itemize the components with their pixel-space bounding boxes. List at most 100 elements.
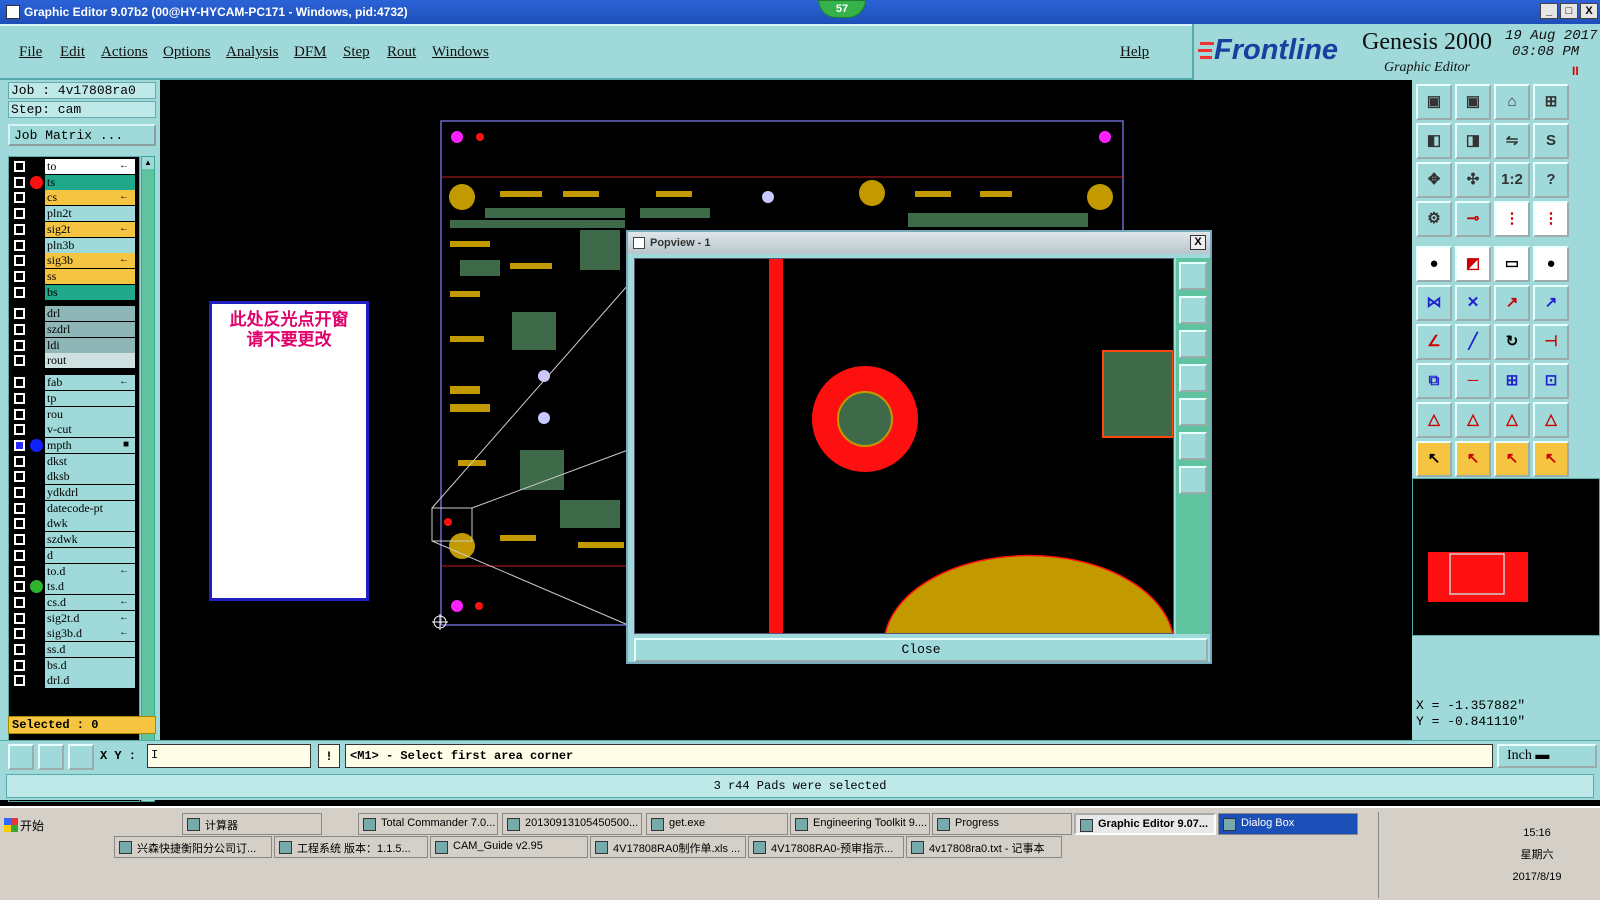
taskbar-button[interactable]: 20130913105450500... — [502, 813, 642, 835]
menu-windows[interactable]: Windows — [432, 44, 489, 61]
layer-checkbox[interactable] — [14, 192, 25, 204]
layer-name[interactable]: ldi — [45, 337, 135, 353]
layer-row[interactable]: ts.d — [9, 579, 139, 595]
tool-triangle-2-button[interactable]: △ — [1455, 402, 1491, 438]
layer-row[interactable]: cs.d ← — [9, 594, 139, 610]
taskbar-button[interactable]: get.exe — [646, 813, 788, 835]
layer-scrollbar[interactable]: ▲ ▼ — [141, 156, 155, 802]
layer-name[interactable]: dksb — [45, 469, 135, 485]
tool-select-button[interactable]: ↖ — [1416, 441, 1452, 477]
tool-select-poly-button[interactable]: ↖ — [1494, 441, 1530, 477]
layer-row[interactable]: sig2t.d ← — [9, 610, 139, 626]
layer-row[interactable]: dkst — [9, 453, 139, 469]
tool-mirror-button[interactable]: ⇋ — [1494, 123, 1530, 159]
layer-checkbox[interactable] — [14, 659, 25, 671]
layer-name[interactable]: rou — [45, 406, 135, 422]
snap-grid-button[interactable] — [8, 744, 34, 770]
popview-close-button[interactable]: Close — [634, 638, 1208, 662]
popview-titlebar[interactable]: Popview - 1 X — [628, 232, 1210, 254]
menu-options[interactable]: Options — [163, 44, 211, 61]
layer-name[interactable]: cs.d ← — [45, 594, 135, 610]
layer-name[interactable]: dkst — [45, 453, 135, 469]
layer-checkbox[interactable] — [14, 270, 25, 282]
taskbar-button[interactable]: 计算器 — [182, 813, 322, 835]
taskbar-button[interactable]: Progress — [932, 813, 1072, 835]
layer-row[interactable]: tp — [9, 390, 139, 406]
tool-pad-red-button[interactable]: ⧉ — [1416, 363, 1452, 399]
layer-row[interactable]: ss — [9, 268, 139, 284]
layer-checkbox[interactable] — [14, 612, 25, 624]
layer-row[interactable]: cs ← — [9, 190, 139, 206]
menu-help[interactable]: Help — [1120, 44, 1149, 61]
popview-pan-up-button[interactable] — [1179, 296, 1207, 324]
tool-nets-blue-button[interactable]: ⋮ — [1533, 201, 1569, 237]
close-button[interactable]: X — [1580, 3, 1598, 19]
layer-name[interactable]: pln3b — [45, 237, 135, 253]
tool-snap-top-button[interactable]: ▣ — [1416, 84, 1452, 120]
layer-checkbox[interactable] — [14, 534, 25, 546]
snap-center-button[interactable] — [38, 744, 64, 770]
snap-edge-button[interactable] — [68, 744, 94, 770]
layer-row[interactable]: ydkdrl — [9, 485, 139, 500]
layer-name[interactable]: to ← — [45, 159, 135, 174]
layer-name[interactable]: v-cut — [45, 422, 135, 438]
layer-checkbox[interactable] — [14, 324, 25, 335]
layer-checkbox[interactable] — [14, 518, 25, 530]
popview-canvas[interactable] — [634, 258, 1174, 634]
tool-probe-button[interactable]: ⊸ — [1455, 201, 1491, 237]
layer-checkbox[interactable] — [14, 408, 25, 420]
layer-name[interactable]: bs — [45, 284, 135, 300]
taskbar-button[interactable]: 兴森快捷衡阳分公司订... — [114, 836, 272, 858]
layer-name[interactable]: sig2t.d ← — [45, 610, 135, 626]
layer-row[interactable]: dwk — [9, 516, 139, 532]
layer-row[interactable]: mpth ■ — [9, 437, 139, 453]
layer-name[interactable]: drl.d — [45, 673, 135, 689]
layer-name[interactable]: szdrl — [45, 322, 135, 337]
menu-analysis[interactable]: Analysis — [226, 44, 279, 61]
layer-checkbox[interactable] — [14, 628, 25, 640]
tool-nets-red-button[interactable]: ⋮ — [1494, 201, 1530, 237]
tool-circle-button[interactable]: ● — [1533, 246, 1569, 282]
tool-triangle-3-button[interactable]: △ — [1494, 402, 1530, 438]
exclaim-button[interactable]: ! — [318, 744, 340, 768]
layer-name[interactable]: fab ← — [45, 375, 135, 391]
layer-row[interactable]: to.d ← — [9, 563, 139, 579]
layer-name[interactable]: to.d ← — [45, 563, 135, 579]
layer-name[interactable]: ydkdrl — [45, 485, 135, 500]
layer-checkbox[interactable] — [14, 565, 25, 577]
layer-checkbox[interactable] — [14, 644, 25, 655]
layer-row[interactable]: datecode-pt — [9, 500, 139, 516]
tool-arc-button[interactable]: ↻ — [1494, 324, 1530, 360]
popview-zoom-in-button[interactable] — [1179, 432, 1207, 460]
tool-measure-button[interactable]: ⚙ — [1416, 201, 1452, 237]
layer-name[interactable]: datecode-pt — [45, 500, 135, 516]
tool-ruler-button[interactable]: ▭ — [1494, 246, 1530, 282]
layer-row[interactable]: szdrl — [9, 322, 139, 337]
layer-row[interactable]: ss.d — [9, 642, 139, 657]
popview-zoom-out-button[interactable] — [1179, 466, 1207, 494]
taskbar-button[interactable]: CAM_Guide v2.95 — [430, 836, 588, 858]
layer-checkbox[interactable] — [14, 208, 25, 220]
layer-name[interactable]: ss — [45, 268, 135, 284]
tool-line-button[interactable]: ╱ — [1455, 324, 1491, 360]
layer-row[interactable]: drl — [9, 306, 139, 322]
layer-row[interactable]: szdwk — [9, 532, 139, 548]
layer-name[interactable]: d — [45, 547, 135, 563]
layer-row[interactable]: v-cut — [9, 422, 139, 438]
tray-clock[interactable]: 15:16 星期六 2017/8/19 — [1507, 822, 1567, 888]
layer-name[interactable]: ts.d — [45, 579, 135, 595]
tool-arrow-blue-button[interactable]: ↗ — [1533, 285, 1569, 321]
layer-checkbox[interactable] — [14, 176, 25, 188]
layer-row[interactable]: pln2t — [9, 206, 139, 222]
layer-row[interactable]: ldi — [9, 337, 139, 353]
tool-line-angle-button[interactable]: ∠ — [1416, 324, 1452, 360]
layer-row[interactable]: ts — [9, 174, 139, 190]
menu-edit[interactable]: Edit — [60, 44, 85, 61]
tool-connect-button[interactable]: ⋈ — [1416, 285, 1452, 321]
layer-name[interactable]: szdwk — [45, 532, 135, 548]
layer-row[interactable]: d — [9, 547, 139, 563]
taskbar-button[interactable]: 4V17808RA0制作单.xls ... — [590, 836, 746, 858]
tool-fit-button[interactable]: ⊞ — [1533, 84, 1569, 120]
units-select[interactable]: Inch ▬ — [1497, 744, 1597, 768]
scroll-up-icon[interactable]: ▲ — [142, 157, 154, 169]
